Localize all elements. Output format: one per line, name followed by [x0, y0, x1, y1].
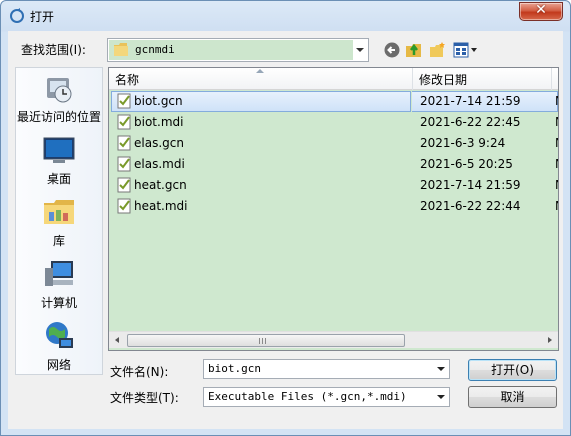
column-header-date[interactable]: 修改日期 — [413, 68, 552, 90]
close-button[interactable]: ✕ — [519, 2, 563, 21]
file-name: elas.mdi — [134, 157, 185, 171]
network-icon — [46, 322, 73, 348]
new-folder-icon[interactable] — [429, 41, 447, 59]
file-date: 2021-6-5 20:25 — [420, 157, 513, 171]
file-date: 2021-6-22 22:45 — [420, 115, 521, 129]
file-row[interactable]: heat.gcn 2021-7-14 21:59 N — [109, 175, 558, 196]
filename-combo[interactable]: biot.gcn — [203, 359, 450, 379]
column-label: 类 — [558, 73, 559, 87]
scroll-left-icon[interactable] — [109, 332, 126, 349]
libraries-icon — [44, 200, 74, 224]
open-button[interactable]: 打开(O) — [468, 359, 557, 381]
file-row[interactable]: elas.gcn 2021-6-3 9:24 N — [109, 133, 558, 154]
file-icon — [117, 198, 131, 214]
file-icon — [117, 135, 131, 151]
back-icon[interactable] — [383, 41, 401, 59]
list-header: 名称 修改日期 类 — [109, 68, 558, 90]
file-name: biot.mdi — [134, 115, 184, 129]
file-date: 2021-7-14 21:59 — [420, 94, 521, 108]
grip-icon — [259, 338, 268, 344]
filetype-value: Executable Files (*.gcn,*.mdi) — [208, 390, 407, 403]
chevron-down-icon[interactable] — [433, 360, 449, 378]
place-label: 计算机 — [40, 296, 77, 310]
horizontal-scrollbar[interactable] — [109, 331, 558, 348]
file-name: biot.gcn — [134, 94, 183, 108]
file-icon — [117, 177, 131, 193]
sort-ascending-icon — [256, 69, 264, 73]
recent-places-icon — [47, 78, 72, 103]
open-dialog: 打开 ✕ 查找范围(I): gcnmdi 最近访问的位置 桌面 库 计算机 网络… — [0, 0, 571, 436]
view-menu-icon[interactable] — [453, 41, 479, 59]
file-name: heat.mdi — [134, 199, 188, 213]
file-date: 2021-6-22 22:44 — [420, 199, 521, 213]
file-type: N — [555, 199, 558, 213]
close-icon: ✕ — [535, 2, 547, 18]
scroll-right-icon[interactable] — [541, 332, 558, 349]
scrollbar-thumb[interactable] — [127, 334, 405, 347]
file-date: 2021-6-3 9:24 — [420, 136, 506, 150]
place-label: 桌面 — [46, 172, 71, 186]
filename-input[interactable]: biot.gcn — [208, 362, 261, 375]
file-type: N — [555, 94, 558, 108]
column-header-type[interactable]: 类 — [552, 68, 559, 90]
filetype-select[interactable]: Executable Files (*.gcn,*.mdi) — [203, 387, 450, 407]
column-header-name[interactable]: 名称 — [109, 68, 413, 90]
lookin-value: gcnmdi — [135, 43, 175, 56]
lookin-combo[interactable]: gcnmdi — [107, 38, 369, 62]
filetype-label: 文件类型(T): — [110, 391, 179, 405]
place-label: 库 — [52, 234, 65, 248]
column-label: 名称 — [115, 73, 140, 87]
file-icon — [117, 156, 131, 172]
file-type: N — [555, 157, 558, 171]
title-bar[interactable]: 打开 ✕ — [1, 1, 570, 31]
file-row[interactable]: biot.gcn 2021-7-14 21:59 N — [109, 91, 558, 112]
folder-icon — [114, 43, 128, 56]
computer-icon — [45, 261, 73, 286]
desktop-icon — [43, 137, 75, 163]
filename-label: 文件名(N): — [110, 365, 169, 379]
cancel-button[interactable]: 取消 — [468, 386, 557, 408]
file-list[interactable]: 名称 修改日期 类 biot.gcn 2021-7-14 21:59 N bio… — [108, 67, 559, 351]
file-row[interactable]: heat.mdi 2021-6-22 22:44 N — [109, 196, 558, 217]
up-folder-icon[interactable] — [405, 41, 423, 59]
column-label: 修改日期 — [419, 73, 468, 87]
file-icon — [117, 114, 131, 130]
chevron-down-icon[interactable] — [433, 388, 449, 406]
lookin-selected: gcnmdi — [109, 40, 353, 60]
file-name: elas.gcn — [134, 136, 184, 150]
places-bar: 最近访问的位置 桌面 库 计算机 网络 — [15, 67, 103, 375]
file-icon — [117, 93, 131, 109]
chevron-down-icon[interactable] — [351, 39, 368, 61]
file-name: heat.gcn — [134, 178, 187, 192]
file-row[interactable]: elas.mdi 2021-6-5 20:25 N — [109, 154, 558, 175]
file-type: N — [555, 115, 558, 129]
window-title: 打开 — [30, 10, 55, 24]
app-icon — [10, 8, 24, 23]
place-label: 网络 — [46, 358, 71, 372]
place-label: 最近访问的位置 — [16, 110, 101, 124]
lookin-label: 查找范围(I): — [21, 43, 86, 57]
file-type: N — [555, 178, 558, 192]
file-type: N — [555, 136, 558, 150]
file-row[interactable]: biot.mdi 2021-6-22 22:45 N — [109, 112, 558, 133]
file-date: 2021-7-14 21:59 — [420, 178, 521, 192]
